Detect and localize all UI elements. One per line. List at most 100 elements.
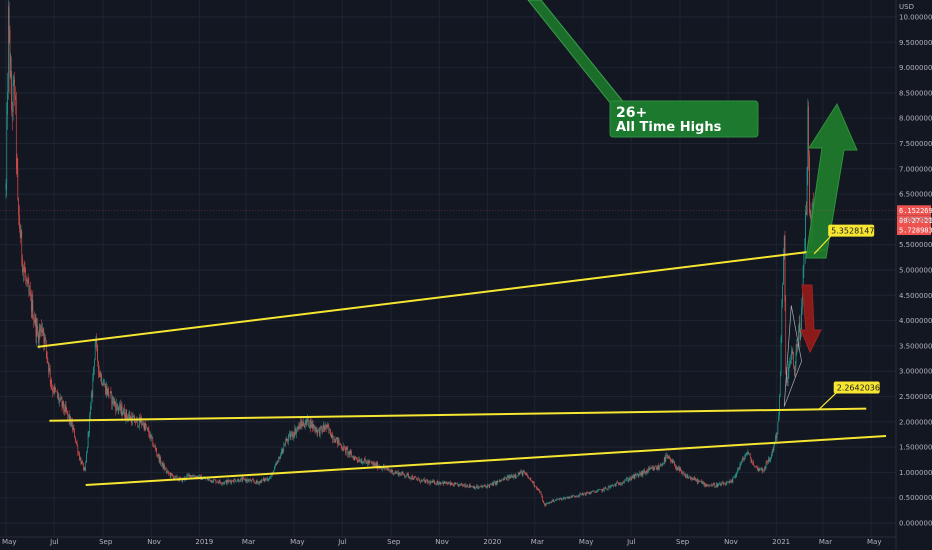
- candle-body: [451, 482, 453, 485]
- candle-body: [718, 484, 719, 486]
- candle-body: [587, 492, 588, 494]
- candle-body: [767, 462, 768, 464]
- candle-body: [776, 433, 778, 438]
- candle-body: [277, 461, 278, 464]
- candle-body: [445, 481, 446, 484]
- candle-body: [12, 109, 13, 112]
- candle-body: [60, 397, 61, 400]
- candle-body: [289, 433, 291, 439]
- candle-body: [616, 482, 618, 484]
- candle-body: [218, 482, 219, 483]
- candle-body: [118, 408, 120, 410]
- candle-body: [387, 467, 389, 470]
- candle-body: [651, 467, 652, 469]
- candle-body: [461, 483, 462, 485]
- candle-body: [697, 479, 698, 483]
- candle-body: [127, 416, 128, 419]
- candle-body: [743, 458, 745, 460]
- y-tick-label: 2.0000000: [899, 418, 932, 426]
- candle-body: [805, 211, 806, 251]
- candle-body: [318, 429, 319, 430]
- candle-body: [20, 231, 22, 238]
- candle-body: [480, 485, 482, 487]
- candle-body: [349, 451, 350, 455]
- candle-body: [801, 306, 802, 331]
- candle-body: [251, 479, 253, 481]
- x-tick-label: May: [579, 538, 593, 546]
- candle-body: [716, 483, 718, 487]
- trendline[interactable]: [37, 248, 827, 348]
- candle-body: [258, 482, 259, 484]
- candle-body: [557, 498, 558, 500]
- y-tick-label: 1.5000000: [899, 444, 932, 452]
- candle-body: [231, 480, 233, 483]
- candle-body: [427, 481, 429, 483]
- candle-body: [94, 342, 96, 360]
- candle-body: [260, 480, 262, 483]
- candle-body: [534, 485, 536, 487]
- candle-body: [472, 486, 473, 487]
- candle-body: [598, 490, 600, 491]
- candle-body: [601, 489, 603, 492]
- candle-body: [335, 438, 337, 443]
- candle-body: [626, 478, 628, 479]
- candle-body: [46, 351, 48, 359]
- price-chart[interactable]: 26+All Time Highs 5.3528147 2.2642036 6.152…: [0, 0, 932, 550]
- candle-body: [570, 495, 572, 498]
- candle-body: [242, 478, 244, 482]
- candle-body: [457, 484, 459, 487]
- candle-body: [329, 429, 330, 431]
- candle-body: [513, 475, 515, 477]
- trendline[interactable]: [49, 407, 867, 422]
- x-tick-label: Mar: [242, 538, 255, 546]
- candle-body: [772, 449, 774, 451]
- candle-body: [708, 485, 709, 487]
- trendline[interactable]: [85, 434, 887, 487]
- x-tick-label: May: [2, 538, 16, 546]
- candle-body: [728, 481, 730, 483]
- candle-body: [777, 421, 779, 434]
- candle-body: [637, 473, 639, 477]
- candle-body: [339, 443, 341, 445]
- candle-body: [10, 71, 12, 77]
- candle-body: [154, 445, 156, 449]
- candle-body: [591, 491, 592, 493]
- candle-body: [172, 474, 173, 476]
- candle-body: [537, 488, 539, 490]
- candle-body: [596, 491, 598, 492]
- candle-body: [262, 478, 264, 481]
- candle-body: [284, 445, 285, 446]
- candle-body: [435, 483, 437, 485]
- candle-body: [595, 492, 596, 493]
- candle-body: [416, 477, 417, 479]
- candle-body: [209, 478, 210, 480]
- candle-body: [444, 481, 446, 484]
- candle-body: [142, 423, 143, 425]
- candle-body: [564, 497, 566, 500]
- candle-body: [573, 495, 575, 497]
- candle-body: [710, 484, 712, 486]
- candle-body: [681, 470, 682, 474]
- candle-body: [57, 395, 59, 397]
- candle-body: [293, 434, 295, 436]
- candle-body: [753, 465, 755, 467]
- candle-body: [647, 470, 648, 472]
- candle-body: [384, 468, 386, 469]
- candle-body: [468, 484, 470, 488]
- candle-body: [543, 501, 544, 504]
- candle-body: [285, 441, 286, 446]
- candle-body: [230, 481, 232, 483]
- candle-body: [143, 423, 144, 425]
- candle-body: [513, 475, 514, 478]
- candle-body: [757, 466, 758, 470]
- candle-body: [39, 329, 41, 331]
- candle-body: [489, 484, 491, 487]
- candles-layer: [5, 0, 815, 507]
- chart-root: 26+ All Time Highs 5.3528147 2.2642036 6.152…: [0, 0, 932, 550]
- candle-body: [14, 79, 15, 96]
- candle-body: [226, 480, 228, 484]
- candle-body: [225, 480, 226, 482]
- candle-body: [274, 465, 276, 467]
- candle-body: [683, 473, 685, 475]
- candle-body: [465, 486, 467, 488]
